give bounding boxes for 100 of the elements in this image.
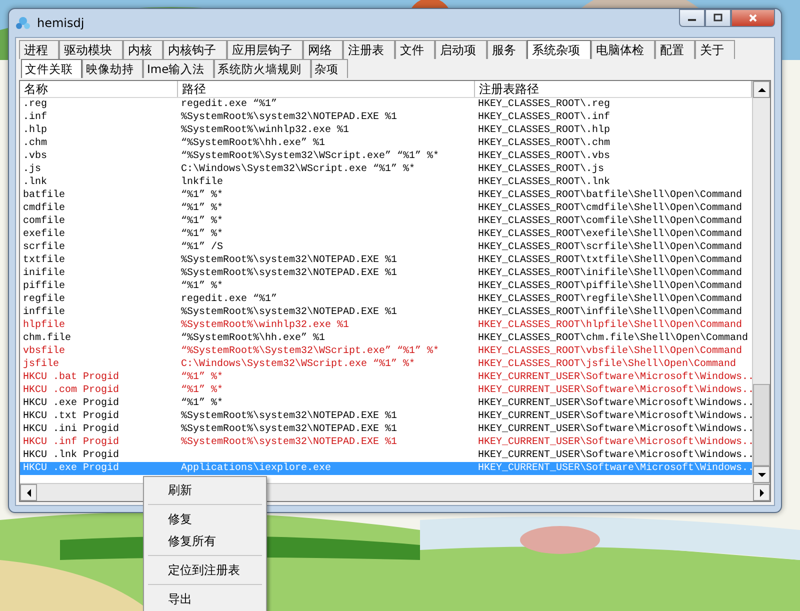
table-row[interactable]: .lnk lnkfile HKEY_CLASSES_ROOT\.lnk	[20, 176, 752, 189]
table-cell-text: C:\Windows\System32\WScript.exe “%1” %*	[180, 358, 416, 371]
tab[interactable]: Ime输入法	[143, 59, 214, 78]
table-cell-text: HKEY_CLASSES_ROOT\scrfile\Shell\Open\Command	[477, 241, 744, 254]
table-cell-text: HKEY_CURRENT_USER\Software\Microsoft\Windows..	[477, 397, 752, 410]
table-cell-text: HKEY_CURRENT_USER\Software\Microsoft\Windows..	[477, 449, 752, 462]
table-cell-text: HKEY_CURRENT_USER\Software\Microsoft\Windows..	[477, 436, 752, 449]
table-row[interactable]: inffile %SystemRoot%\system32\NOTEPAD.EXE %1 HKEY_CLASSES_ROOT\inffile\Shell\Open\Command	[20, 306, 752, 319]
table-cell-text: HKCU .bat Progid	[22, 371, 120, 384]
table-row[interactable]: HKCU .bat Progid “%1” %* HKEY_CURRENT_USER\Software\Microsoft\Windows..	[20, 371, 752, 384]
table-cell-text: HKEY_CLASSES_ROOT\inifile\Shell\Open\Command	[477, 267, 744, 280]
tab[interactable]: 文件关联	[21, 59, 82, 78]
scroll-left-icon[interactable]	[20, 484, 37, 501]
tab[interactable]: 电脑体检	[591, 40, 655, 59]
table-row[interactable]: HKCU .exe Progid “%1” %* HKEY_CURRENT_USER\Software\Microsoft\Windows..	[20, 397, 752, 410]
tab[interactable]: 内核钩子	[163, 40, 227, 59]
table-cell-text: txtfile	[22, 254, 66, 267]
maximize-button[interactable]	[705, 9, 731, 27]
tab[interactable]: 系统防火墙规则	[214, 59, 311, 78]
table-row[interactable]: jsfile C:\Windows\System32\WScript.exe “%1” %* HKEY_CLASSES_ROOT\jsfile\Shell\Open\Command	[20, 358, 752, 371]
table-row[interactable]: .inf %SystemRoot%\system32\NOTEPAD.EXE %1 HKEY_CLASSES_ROOT\.inf	[20, 111, 752, 124]
table-row[interactable]: batfile “%1” %* HKEY_CLASSES_ROOT\batfile\Shell\Open\Command	[20, 189, 752, 202]
column-header[interactable]: 路径	[178, 81, 475, 97]
table-row[interactable]: piffile “%1” %* HKEY_CLASSES_ROOT\piffile\Shell\Open\Command	[20, 280, 752, 293]
scroll-thumb[interactable]	[753, 384, 770, 466]
vertical-scrollbar[interactable]	[752, 81, 770, 483]
table-cell-text: piffile	[22, 280, 66, 293]
table-row[interactable]: HKCU .txt Progid %SystemRoot%\system32\NOTEPAD.EXE %1 HKEY_CURRENT_USER\Software\Microsoft\Windows..	[20, 410, 752, 423]
table-row[interactable]: txtfile %SystemRoot%\system32\NOTEPAD.EXE %1 HKEY_CLASSES_ROOT\txtfile\Shell\Open\Command	[20, 254, 752, 267]
table-row[interactable]: hlpfile %SystemRoot%\winhlp32.exe %1 HKEY_CLASSES_ROOT\hlpfile\Shell\Open\Command	[20, 319, 752, 332]
table-row[interactable]: HKCU .lnk Progid HKEY_CURRENT_USER\Software\Microsoft\Windows..	[20, 449, 752, 462]
table-cell-text: “%1” %*	[180, 215, 224, 228]
table-cell-text: HKEY_CLASSES_ROOT\jsfile\Shell\Open\Command	[477, 358, 738, 371]
table-row[interactable]: .hlp %SystemRoot%\winhlp32.exe %1 HKEY_CLASSES_ROOT\.hlp	[20, 124, 752, 137]
table-cell-text: “%1” %*	[180, 397, 224, 410]
table-cell-text: HKEY_CURRENT_USER\Software\Microsoft\Windows..	[477, 371, 752, 384]
table-cell-text: .lnk	[22, 176, 48, 189]
scroll-up-icon[interactable]	[753, 81, 770, 98]
table-cell-text: HKCU .exe Progid	[22, 462, 120, 475]
table-cell-text: %SystemRoot%\system32\NOTEPAD.EXE %1	[180, 436, 398, 449]
table-row[interactable]: cmdfile “%1” %* HKEY_CLASSES_ROOT\cmdfile\Shell\Open\Command	[20, 202, 752, 215]
table-cell-text: comfile	[22, 215, 66, 228]
table-row[interactable]: .js C:\Windows\System32\WScript.exe “%1” %* HKEY_CLASSES_ROOT\.js	[20, 163, 752, 176]
table-cell-text: lnkfile	[180, 176, 224, 189]
tab[interactable]: 进程	[19, 40, 59, 59]
tab[interactable]: 内核	[123, 40, 163, 59]
table-cell-text: %SystemRoot%\system32\NOTEPAD.EXE %1	[180, 267, 398, 280]
table-cell-text: .hlp	[22, 124, 48, 137]
close-button[interactable]	[731, 9, 775, 27]
menu-item[interactable]: 刷新	[146, 479, 264, 501]
table-row[interactable]: .vbs “%SystemRoot%\System32\WScript.exe” “%1” %* HKEY_CLASSES_ROOT\.vbs	[20, 150, 752, 163]
table-cell-text: HKEY_CLASSES_ROOT\chm.file\Shell\Open\Command	[477, 332, 750, 345]
tab[interactable]: 应用层钩子	[227, 40, 303, 59]
table-row[interactable]: .chm “%SystemRoot%\hh.exe” %1 HKEY_CLASSES_ROOT\.chm	[20, 137, 752, 150]
table-cell-text: HKEY_CURRENT_USER\Software\Microsoft\Windows..	[477, 410, 752, 423]
table-cell-text: %SystemRoot%\system32\NOTEPAD.EXE %1	[180, 111, 398, 124]
tab[interactable]: 驱动模块	[59, 40, 123, 59]
table-cell-text: HKEY_CURRENT_USER\Software\Microsoft\Windows..	[477, 423, 752, 436]
scroll-down-icon[interactable]	[753, 466, 770, 483]
table-row[interactable]: .reg regedit.exe “%1” HKEY_CLASSES_ROOT\.reg	[20, 98, 752, 111]
table-row[interactable]: HKCU .inf Progid %SystemRoot%\system32\NOTEPAD.EXE %1 HKEY_CURRENT_USER\Software\Microsoft\Windows..	[20, 436, 752, 449]
tab[interactable]: 系统杂项	[527, 40, 591, 59]
tab[interactable]: 网络	[303, 40, 343, 59]
tab[interactable]: 启动项	[435, 40, 487, 59]
table-cell-text: HKEY_CLASSES_ROOT\.inf	[477, 111, 612, 124]
table-row[interactable]: chm.file “%SystemRoot%\hh.exe” %1 HKEY_CLASSES_ROOT\chm.file\Shell\Open\Command	[20, 332, 752, 345]
table-row[interactable]: inifile %SystemRoot%\system32\NOTEPAD.EXE %1 HKEY_CLASSES_ROOT\inifile\Shell\Open\Command	[20, 267, 752, 280]
table-row[interactable]: comfile “%1” %* HKEY_CLASSES_ROOT\comfile\Shell\Open\Command	[20, 215, 752, 228]
table-cell-text: “%SystemRoot%\System32\WScript.exe” “%1” %*	[180, 150, 440, 163]
minimize-button[interactable]	[679, 9, 705, 27]
table-cell-text: chm.file	[22, 332, 72, 345]
scroll-right-icon[interactable]	[753, 484, 770, 501]
column-header[interactable]: 名称	[20, 81, 178, 97]
table-row[interactable]: regfile regedit.exe “%1” HKEY_CLASSES_ROOT\regfile\Shell\Open\Command	[20, 293, 752, 306]
table-row[interactable]: HKCU .ini Progid %SystemRoot%\system32\NOTEPAD.EXE %1 HKEY_CURRENT_USER\Software\Microsoft\Windows..	[20, 423, 752, 436]
table-cell-text: .vbs	[22, 150, 48, 163]
menu-item[interactable]: 定位到注册表	[146, 559, 264, 581]
tab[interactable]: 杂项	[310, 59, 348, 78]
table-cell-text: “%SystemRoot%\hh.exe” %1	[180, 332, 326, 345]
tab[interactable]: 配置	[655, 40, 695, 59]
table-cell-text: HKEY_CLASSES_ROOT\comfile\Shell\Open\Command	[477, 215, 744, 228]
menu-item[interactable]: 修复	[146, 508, 264, 530]
table-cell-text: HKCU .lnk Progid	[22, 449, 120, 462]
table-cell-text: %SystemRoot%\system32\NOTEPAD.EXE %1	[180, 410, 398, 423]
table-row[interactable]: HKCU .com Progid “%1” %* HKEY_CURRENT_USER\Software\Microsoft\Windows..	[20, 384, 752, 397]
table-cell-text: HKEY_CLASSES_ROOT\hlpfile\Shell\Open\Command	[477, 319, 744, 332]
table-row[interactable]: vbsfile “%SystemRoot%\System32\WScript.exe” “%1” %* HKEY_CLASSES_ROOT\vbsfile\Shell\Open\Command	[20, 345, 752, 358]
tab[interactable]: 文件	[395, 40, 435, 59]
menu-item[interactable]: 修复所有	[146, 530, 264, 552]
tab[interactable]: 映像劫持	[82, 59, 143, 78]
table-row[interactable]: scrfile “%1” /S HKEY_CLASSES_ROOT\scrfile\Shell\Open\Command	[20, 241, 752, 254]
table-cell-text: “%SystemRoot%\hh.exe” %1	[180, 137, 326, 150]
menu-item[interactable]: 导出	[146, 588, 264, 610]
tab[interactable]: 服务	[487, 40, 527, 59]
table-cell-text: HKEY_CLASSES_ROOT\.hlp	[477, 124, 612, 137]
tab[interactable]: 注册表	[343, 40, 395, 59]
tab[interactable]: 关于	[695, 40, 735, 59]
table-cell-text: HKEY_CLASSES_ROOT\cmdfile\Shell\Open\Command	[477, 202, 744, 215]
table-row[interactable]: exefile “%1” %* HKEY_CLASSES_ROOT\exefile\Shell\Open\Command	[20, 228, 752, 241]
table-cell-text: HKEY_CLASSES_ROOT\regfile\Shell\Open\Command	[477, 293, 744, 306]
